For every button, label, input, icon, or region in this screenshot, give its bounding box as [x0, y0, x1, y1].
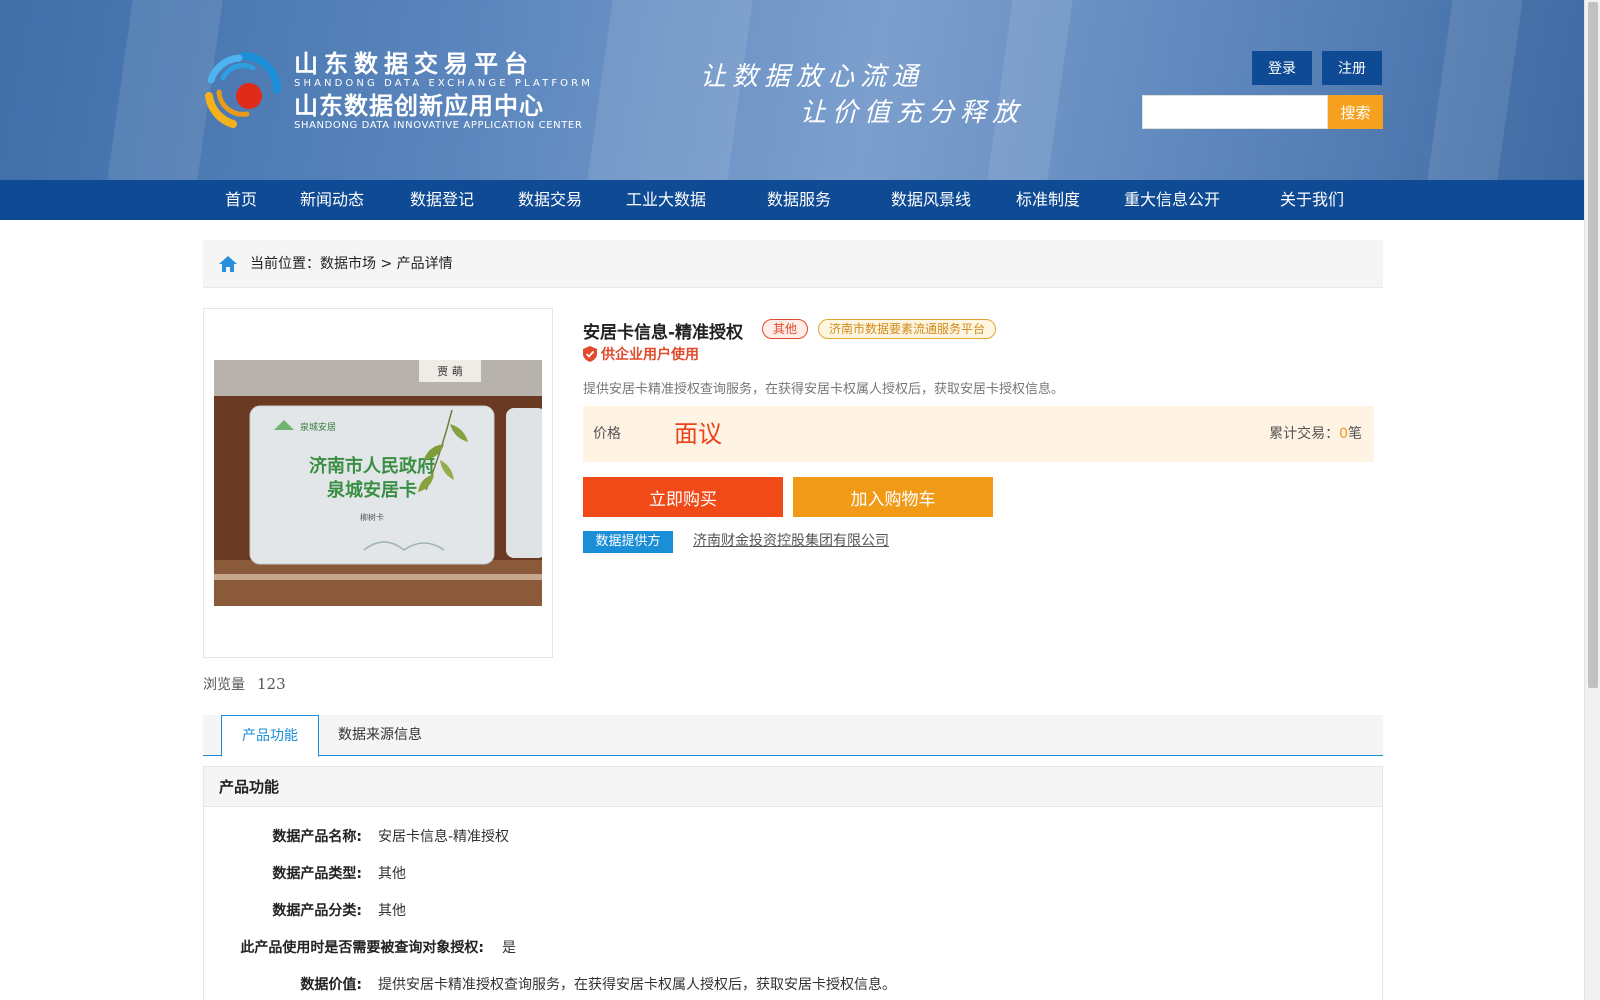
site-header: 山东数据交易平台 SHANDONG DATA EXCHANGE PLATFORM…	[0, 0, 1584, 180]
nav-item-news[interactable]: 新闻动态	[300, 180, 364, 220]
views-count: 123	[257, 675, 286, 693]
brand-block: 山东数据交易平台 SHANDONG DATA EXCHANGE PLATFORM…	[294, 50, 593, 132]
home-icon[interactable]	[217, 253, 239, 275]
trade-count-label: 累计交易：	[1269, 426, 1340, 442]
breadcrumb-link-market[interactable]: 数据市场	[320, 256, 376, 272]
brand-title-cn: 山东数据交易平台	[294, 50, 534, 78]
detail-tabs: 产品功能 数据来源信息	[203, 715, 1383, 757]
detail-key: 数据价值:	[300, 977, 362, 993]
brand-subtitle-cn: 山东数据创新应用中心	[294, 92, 544, 120]
detail-value: 其他	[378, 866, 406, 882]
product-image[interactable]: 贾 萌 泉城安居 济南市人民政府 泉城安居卡 柳树卡	[214, 360, 542, 606]
breadcrumb-separator: >	[376, 256, 397, 272]
nav-item-data-trading[interactable]: 数据交易	[518, 180, 582, 220]
views-label: 浏览量	[203, 677, 245, 693]
nav-item-industrial-big-data[interactable]: 工业大数据	[626, 180, 706, 220]
enterprise-label: 供企业用户使用	[601, 347, 699, 363]
breadcrumb: 当前位置：数据市场 > 产品详情	[203, 240, 1383, 288]
shield-check-icon	[583, 346, 597, 362]
add-to-cart-button[interactable]: 加入购物车	[793, 477, 993, 517]
image-card-logo-text: 泉城安居	[300, 421, 336, 433]
detail-key: 数据产品名称:	[272, 829, 362, 845]
detail-value: 其他	[378, 903, 406, 919]
brand-title-en: SHANDONG DATA EXCHANGE PLATFORM	[294, 78, 593, 89]
category-tag: 其他	[762, 319, 809, 339]
platform-tag: 济南市数据要素流通服务平台	[818, 319, 997, 339]
product-title: 安居卡信息-精准授权	[583, 323, 744, 343]
search-button[interactable]: 搜索	[1328, 95, 1383, 129]
main-nav: 首页 新闻动态 数据登记 数据交易 工业大数据 数据服务 数据风景线 标准制度 …	[0, 180, 1584, 220]
nav-item-disclosure[interactable]: 重大信息公开	[1124, 180, 1220, 220]
nav-item-data-registration[interactable]: 数据登记	[410, 180, 474, 220]
panel-heading: 产品功能	[204, 767, 1382, 807]
tab-data-source[interactable]: 数据来源信息	[318, 715, 442, 756]
trade-count-unit: 笔	[1348, 426, 1362, 442]
platform-logo-icon[interactable]	[203, 50, 283, 130]
brand-subtitle-en: SHANDONG DATA INNOVATIVE APPLICATION CEN…	[294, 120, 583, 131]
register-button[interactable]: 注册	[1322, 51, 1382, 85]
login-button[interactable]: 登录	[1252, 51, 1312, 85]
price-box: 价格 面议 累计交易：0笔	[583, 406, 1374, 462]
image-card-small-text: 柳树卡	[360, 512, 384, 522]
image-card-title: 济南市人民政府	[309, 455, 435, 477]
detail-key: 数据产品分类:	[272, 903, 362, 919]
header-decoration	[987, 0, 1073, 180]
nav-item-data-landscape[interactable]: 数据风景线	[891, 180, 971, 220]
detail-value: 提供安居卡精准授权查询服务，在获得安居卡权属人授权后，获取安居卡授权信息。	[378, 977, 896, 993]
detail-key: 此产品使用时是否需要被查询对象授权:	[240, 940, 484, 956]
image-nameplate-text: 贾 萌	[437, 364, 463, 378]
header-decoration	[1427, 0, 1523, 180]
image-card-subtitle: 泉城安居卡	[327, 479, 417, 501]
page-scrollbar[interactable]	[1584, 0, 1600, 1000]
product-image-frame: 贾 萌 泉城安居 济南市人民政府 泉城安居卡 柳树卡	[203, 308, 553, 658]
breadcrumb-current: 产品详情	[396, 256, 453, 272]
scrollbar-thumb[interactable]	[1588, 2, 1598, 688]
detail-key: 数据产品类型:	[272, 866, 362, 882]
nav-item-about[interactable]: 关于我们	[1280, 180, 1344, 220]
nav-item-standards[interactable]: 标准制度	[1016, 180, 1080, 220]
slogan-line-2: 让价值充分释放	[800, 98, 1025, 128]
provider-link[interactable]: 济南财金投资控股集团有限公司	[693, 531, 889, 551]
nav-item-home[interactable]: 首页	[225, 180, 257, 220]
trade-count: 累计交易：0笔	[1269, 406, 1362, 462]
buy-now-button[interactable]: 立即购买	[583, 477, 783, 517]
nav-item-data-services[interactable]: 数据服务	[767, 180, 831, 220]
enterprise-only-badge: 供企业用户使用	[583, 344, 699, 364]
product-description: 提供安居卡精准授权查询服务，在获得安居卡权属人授权后，获取安居卡授权信息。	[583, 382, 1065, 397]
breadcrumb-text: 当前位置：数据市场 > 产品详情	[250, 240, 453, 288]
slogan-line-1: 让数据放心流通	[700, 62, 925, 92]
provider-label: 数据提供方	[583, 531, 673, 553]
price-label: 价格	[593, 426, 621, 442]
product-function-panel: 产品功能 数据产品名称: 安居卡信息-精准授权 数据产品类型: 其他 数据产品分…	[203, 766, 1383, 1000]
views-counter: 浏览量 123	[203, 674, 286, 694]
breadcrumb-prefix: 当前位置：	[250, 256, 320, 272]
price-value: 面议	[674, 420, 722, 448]
tab-product-function[interactable]: 产品功能	[221, 715, 319, 757]
detail-value: 是	[502, 940, 516, 956]
trade-count-value: 0	[1339, 426, 1348, 442]
search-input[interactable]	[1142, 95, 1328, 129]
detail-value: 安居卡信息-精准授权	[378, 829, 510, 845]
